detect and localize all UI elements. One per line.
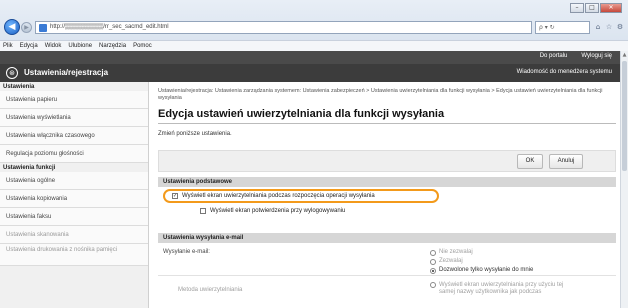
auth-method-label: Metoda uwierzytelniania xyxy=(178,287,243,293)
page-scrollbar[interactable]: ▲ xyxy=(620,51,628,308)
window-controls: – □ ✕ xyxy=(569,3,622,13)
radio-auth-same-user-label: Wyświetl ekran uwierzytelniania przy uży… xyxy=(439,282,564,295)
browser-window: – □ ✕ ◀ ▶ http://▒▒▒▒▒▒▒▒▒/rr_sec_sacmd_… xyxy=(0,0,628,51)
action-bar: OK Anuluj xyxy=(158,150,616,172)
close-button[interactable]: ✕ xyxy=(600,3,622,13)
settings-logo-icon: ⊛ xyxy=(6,67,18,79)
sidebar: Ustawienia Ustawienia papieru Ustawienia… xyxy=(0,82,149,308)
menu-help[interactable]: Pomoc xyxy=(133,41,152,51)
sidebar-item-general[interactable]: Ustawienia ogólne xyxy=(0,172,148,190)
back-arrow-icon[interactable]: ◀ xyxy=(4,19,20,35)
top-link-strip: Do portalu Wyloguj się xyxy=(0,51,620,64)
scrollbar-thumb[interactable] xyxy=(622,61,627,171)
menu-bar: Plik Edycja Widok Ulubione Narzędzia Pom… xyxy=(0,40,628,51)
radio-not-allow-dot[interactable] xyxy=(430,249,436,256)
ok-button[interactable]: OK xyxy=(517,154,543,169)
app-header: ⊛ Ustawienia/rejestracja Wiadomość do me… xyxy=(0,64,620,82)
radio-not-allow-label: Nie zezwalaj xyxy=(439,249,473,255)
menu-edit[interactable]: Edycja xyxy=(20,41,38,51)
message-to-admin-link[interactable]: Wiadomość do menedżera systemu xyxy=(517,69,612,75)
radio-allow-dot[interactable] xyxy=(430,258,436,265)
minimize-button[interactable]: – xyxy=(570,3,584,13)
scroll-up-icon[interactable]: ▲ xyxy=(621,52,628,58)
auth-screen-checkbox[interactable]: ✓ xyxy=(172,193,178,199)
sidebar-item-copy[interactable]: Ustawienia kopiowania xyxy=(0,190,148,208)
sidebar-heading-settings: Ustawienia xyxy=(3,84,35,90)
sidebar-item-display[interactable]: Ustawienia wyświetlania xyxy=(0,109,148,127)
home-icon[interactable]: ⌂ xyxy=(593,22,603,32)
breadcrumb: Ustawienia/rejestracja: Ustawienia zarzą… xyxy=(158,88,603,101)
maximize-button[interactable]: □ xyxy=(585,3,599,13)
radio-only-me-dot[interactable] xyxy=(430,267,436,274)
section-basic-settings: Ustawienia podstawowe xyxy=(158,177,616,187)
menu-tools[interactable]: Narzędzia xyxy=(99,41,126,51)
auth-method-row: Metoda uwierzytelniania Wyświetl ekran u… xyxy=(158,278,616,308)
radio-only-me[interactable]: Dozwolone tylko wysyłanie do mnie xyxy=(430,267,533,274)
radio-only-me-label: Dozwolone tylko wysyłanie do mnie xyxy=(439,267,534,273)
email-send-row: Wysyłanie e-mail: Nie zezwalaj Zezwalaj … xyxy=(158,245,616,276)
email-send-label: Wysyłanie e-mail: xyxy=(163,249,210,255)
sidebar-heading-functions: Ustawienia funkcji xyxy=(3,165,56,171)
cancel-button[interactable]: Anuluj xyxy=(549,154,583,169)
browser-toolbar-icons: ⌂ ☆ ⚙ xyxy=(593,22,626,32)
logout-link[interactable]: Wyloguj się xyxy=(581,53,612,59)
menu-view[interactable]: Widok xyxy=(45,41,62,51)
menu-file[interactable]: Plik xyxy=(3,41,13,51)
menu-favorites[interactable]: Ulubione xyxy=(68,41,92,51)
logout-confirm-checkbox[interactable] xyxy=(200,208,206,214)
app-title: Ustawienia/rejestracja xyxy=(24,68,109,77)
radio-allow[interactable]: Zezwalaj xyxy=(430,258,463,265)
gear-icon[interactable]: ⚙ xyxy=(615,22,625,32)
sidebar-item-scan[interactable]: Ustawienia skanowania xyxy=(0,226,148,244)
address-bar[interactable]: http://▒▒▒▒▒▒▒▒▒/rr_sec_sacmd_edit.html xyxy=(35,21,532,34)
sidebar-item-fax[interactable]: Ustawienia faksu xyxy=(0,208,148,226)
radio-allow-label: Zezwalaj xyxy=(439,258,463,264)
page-title: Edycja ustawień uwierzytelniania dla fun… xyxy=(158,108,616,124)
forward-arrow-icon[interactable]: ▶ xyxy=(21,22,32,33)
sidebar-item-memory-media[interactable]: Ustawienia drukowania z nośnika pamięci xyxy=(0,244,148,266)
sidebar-item-paper[interactable]: Ustawienia papieru xyxy=(0,91,148,109)
logout-confirm-label: Wyświetl ekran potwierdzenia przy wylogo… xyxy=(210,208,346,214)
radio-not-allow[interactable]: Nie zezwalaj xyxy=(430,249,473,256)
star-icon[interactable]: ☆ xyxy=(604,22,614,32)
instruction-text: Zmień poniższe ustawienia. xyxy=(158,131,232,137)
search-refresh-control[interactable]: ρ ▾ ↻ xyxy=(535,21,590,34)
main-content: Ustawienia/rejestracja: Ustawienia zarzą… xyxy=(158,88,616,308)
radio-auth-same-user[interactable]: Wyświetl ekran uwierzytelniania przy uży… xyxy=(430,282,580,296)
sidebar-item-volume[interactable]: Regulacja poziomu głośności xyxy=(0,145,148,163)
auth-screen-checkbox-row[interactable]: ✓ Wyświetl ekran uwierzytelniania podcza… xyxy=(172,192,375,200)
portal-link[interactable]: Do portalu xyxy=(540,53,568,59)
page-icon xyxy=(39,24,47,32)
auth-screen-label: Wyświetl ekran uwierzytelniania podczas … xyxy=(182,193,375,199)
sidebar-item-timer[interactable]: Ustawienia włącznika czasowego xyxy=(0,127,148,145)
address-text: http://▒▒▒▒▒▒▒▒▒/rr_sec_sacmd_edit.html xyxy=(50,24,169,30)
radio-auth-same-user-dot[interactable] xyxy=(430,282,436,288)
logout-confirm-checkbox-row[interactable]: Wyświetl ekran potwierdzenia przy wylogo… xyxy=(200,207,345,215)
section-email-settings: Ustawienia wysyłania e-mail xyxy=(158,233,616,243)
